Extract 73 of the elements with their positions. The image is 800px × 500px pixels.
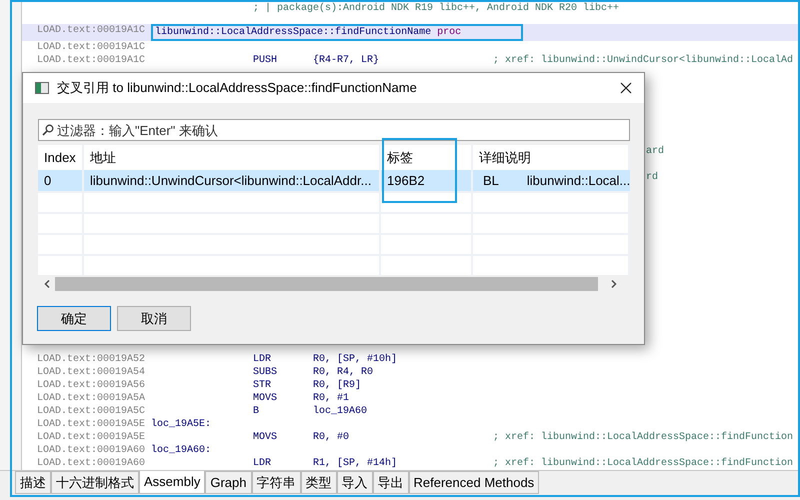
comment-text: ; xref: libunwind::LocalAddressSpace::findFunction bbox=[493, 431, 794, 444]
label-text: libunwind::LocalAddressSpace::findFunctionName bbox=[155, 26, 432, 39]
keyword-text: proc bbox=[437, 26, 462, 39]
listing-row[interactable]: LOAD.text:00019A60 loc_19A60: bbox=[22, 444, 800, 457]
label-text: loc_19A5E: bbox=[151, 418, 212, 431]
mnemonic-text: MOVS bbox=[253, 392, 278, 405]
tab[interactable]: 导出 bbox=[372, 471, 408, 494]
tab[interactable]: 导入 bbox=[336, 471, 372, 494]
operand-text: R0, [R9] bbox=[313, 379, 362, 392]
listing-row[interactable]: LOAD.text:00019A60 LDR R1, [SP, #14h] ; xref: libunwind::LocalAddressSpace::findFunction bbox=[22, 457, 800, 470]
dialog-button[interactable]: 取消 bbox=[117, 306, 191, 331]
comment-text: ard bbox=[646, 145, 664, 158]
table-cell: 196B2 bbox=[381, 170, 473, 191]
address-text: LOAD.text:00019A54 bbox=[37, 366, 146, 379]
table-cell-text: libunwind::Local... bbox=[526, 172, 630, 190]
address-text: LOAD.text:00019A56 bbox=[37, 379, 146, 392]
scrollbar-thumb[interactable] bbox=[55, 277, 598, 291]
table-row[interactable]: 0 libunwind::UnwindCursor<libunwind::LocalAddr... 196B2 BL libunwind::Local... bbox=[38, 170, 630, 191]
tab[interactable]: Assembly bbox=[139, 471, 206, 494]
mnemonic-text: STR bbox=[253, 379, 272, 392]
listing-row[interactable]: LOAD.text:00019A5E loc_19A5E: bbox=[22, 418, 800, 431]
address-text: LOAD.text:00019A5C bbox=[37, 405, 146, 418]
address-text: LOAD.text:00019A5E bbox=[37, 418, 146, 431]
listing-row[interactable]: LOAD.text:00019A52 LDR R0, [SP, #10h] bbox=[22, 353, 800, 366]
listing-row[interactable]: LOAD.text:00019A56 STR R0, [R9] bbox=[22, 379, 800, 392]
window-icon bbox=[35, 82, 49, 94]
operand-text: loc_19A60 bbox=[313, 405, 368, 418]
operand-text: R1, [SP, #14h] bbox=[313, 457, 398, 470]
address-text: LOAD.text:00019A5E bbox=[37, 431, 146, 444]
tab[interactable]: 描述 bbox=[15, 471, 51, 494]
address-text: LOAD.text:00019A60 bbox=[37, 444, 146, 457]
dialog-button[interactable]: 确定 bbox=[37, 306, 111, 331]
operand-text: {R4-R7, LR} bbox=[313, 54, 380, 67]
address-text: LOAD.text:00019A60 bbox=[37, 457, 146, 470]
close-icon[interactable] bbox=[620, 82, 632, 94]
listing-row[interactable]: LOAD.text:00019A5E MOVS R0, #0 ; xref: libunwind::LocalAddressSpace::findFunction bbox=[22, 431, 800, 444]
operand-text: R0, #0 bbox=[313, 431, 350, 444]
listing-row[interactable]: LOAD.text:00019A5A MOVS R0, #1 bbox=[22, 392, 800, 405]
listing-row[interactable]: LOAD.text:00019A1C bbox=[22, 41, 800, 54]
mnemonic-text: LDR bbox=[253, 353, 272, 366]
tab[interactable]: Referenced Methods bbox=[408, 471, 540, 494]
listing-row[interactable]: LOAD.text:00019A5C B loc_19A60 bbox=[22, 405, 800, 418]
listing-row[interactable]: LOAD.text:00019A1C PUSH {R4-R7, LR} ; xref: libunwind::UnwindCursor<libunwind::LocalAd bbox=[22, 54, 800, 67]
address-text: LOAD.text:00019A1C bbox=[37, 24, 146, 38]
address-text: LOAD.text:00019A1C bbox=[37, 54, 146, 67]
tab[interactable]: Graph bbox=[205, 471, 252, 494]
table-cell-text: BL bbox=[483, 172, 499, 190]
address-text: LOAD.text:00019A52 bbox=[37, 353, 146, 366]
table-cell: libunwind::UnwindCursor<libunwind::LocalAddr... bbox=[84, 170, 381, 191]
listing-row[interactable]: LOAD.text:00019A54 SUBS R0, R4, R0 bbox=[22, 366, 800, 379]
filter-field[interactable]: 过滤器：输入"Enter" 来确认 bbox=[38, 119, 630, 141]
operand-text: R0, R4, R0 bbox=[313, 366, 374, 379]
comment-text: rd bbox=[646, 171, 658, 184]
mnemonic-text: SUBS bbox=[253, 366, 278, 379]
mnemonic-text: PUSH bbox=[253, 54, 278, 67]
tab[interactable]: 类型 bbox=[300, 471, 336, 494]
tab[interactable]: 字符串 bbox=[252, 471, 300, 494]
address-text: LOAD.text:00019A1C bbox=[37, 41, 146, 54]
operand-text: R0, #1 bbox=[313, 392, 350, 405]
mnemonic-text: B bbox=[253, 405, 260, 418]
label-text: loc_19A60: bbox=[151, 444, 212, 457]
selected-listing-row[interactable]: LOAD.text:00019A1C libunwind::LocalAddressSpace::findFunctionName proc bbox=[22, 24, 800, 41]
operand-text: R0, [SP, #10h] bbox=[313, 353, 398, 366]
table-cell: 0 bbox=[38, 170, 84, 191]
comment-text: ; xref: libunwind::LocalAddressSpace::findFunction bbox=[493, 457, 794, 470]
address-text: LOAD.text:00019A5A bbox=[37, 392, 146, 405]
dialog-title: 交叉引用 to libunwind::LocalAddressSpace::findFunctionName bbox=[57, 79, 418, 98]
tab[interactable]: 十六进制格式 bbox=[51, 471, 139, 494]
mnemonic-text: MOVS bbox=[253, 431, 278, 444]
mnemonic-text: LDR bbox=[253, 457, 272, 470]
comment-text: ; | package(s):Android NDK R19 libc++, Android NDK R20 libc++ bbox=[253, 2, 620, 15]
search-icon bbox=[42, 124, 54, 136]
comment-text: ; xref: libunwind::UnwindCursor<libunwind::LocalAd bbox=[493, 54, 794, 67]
